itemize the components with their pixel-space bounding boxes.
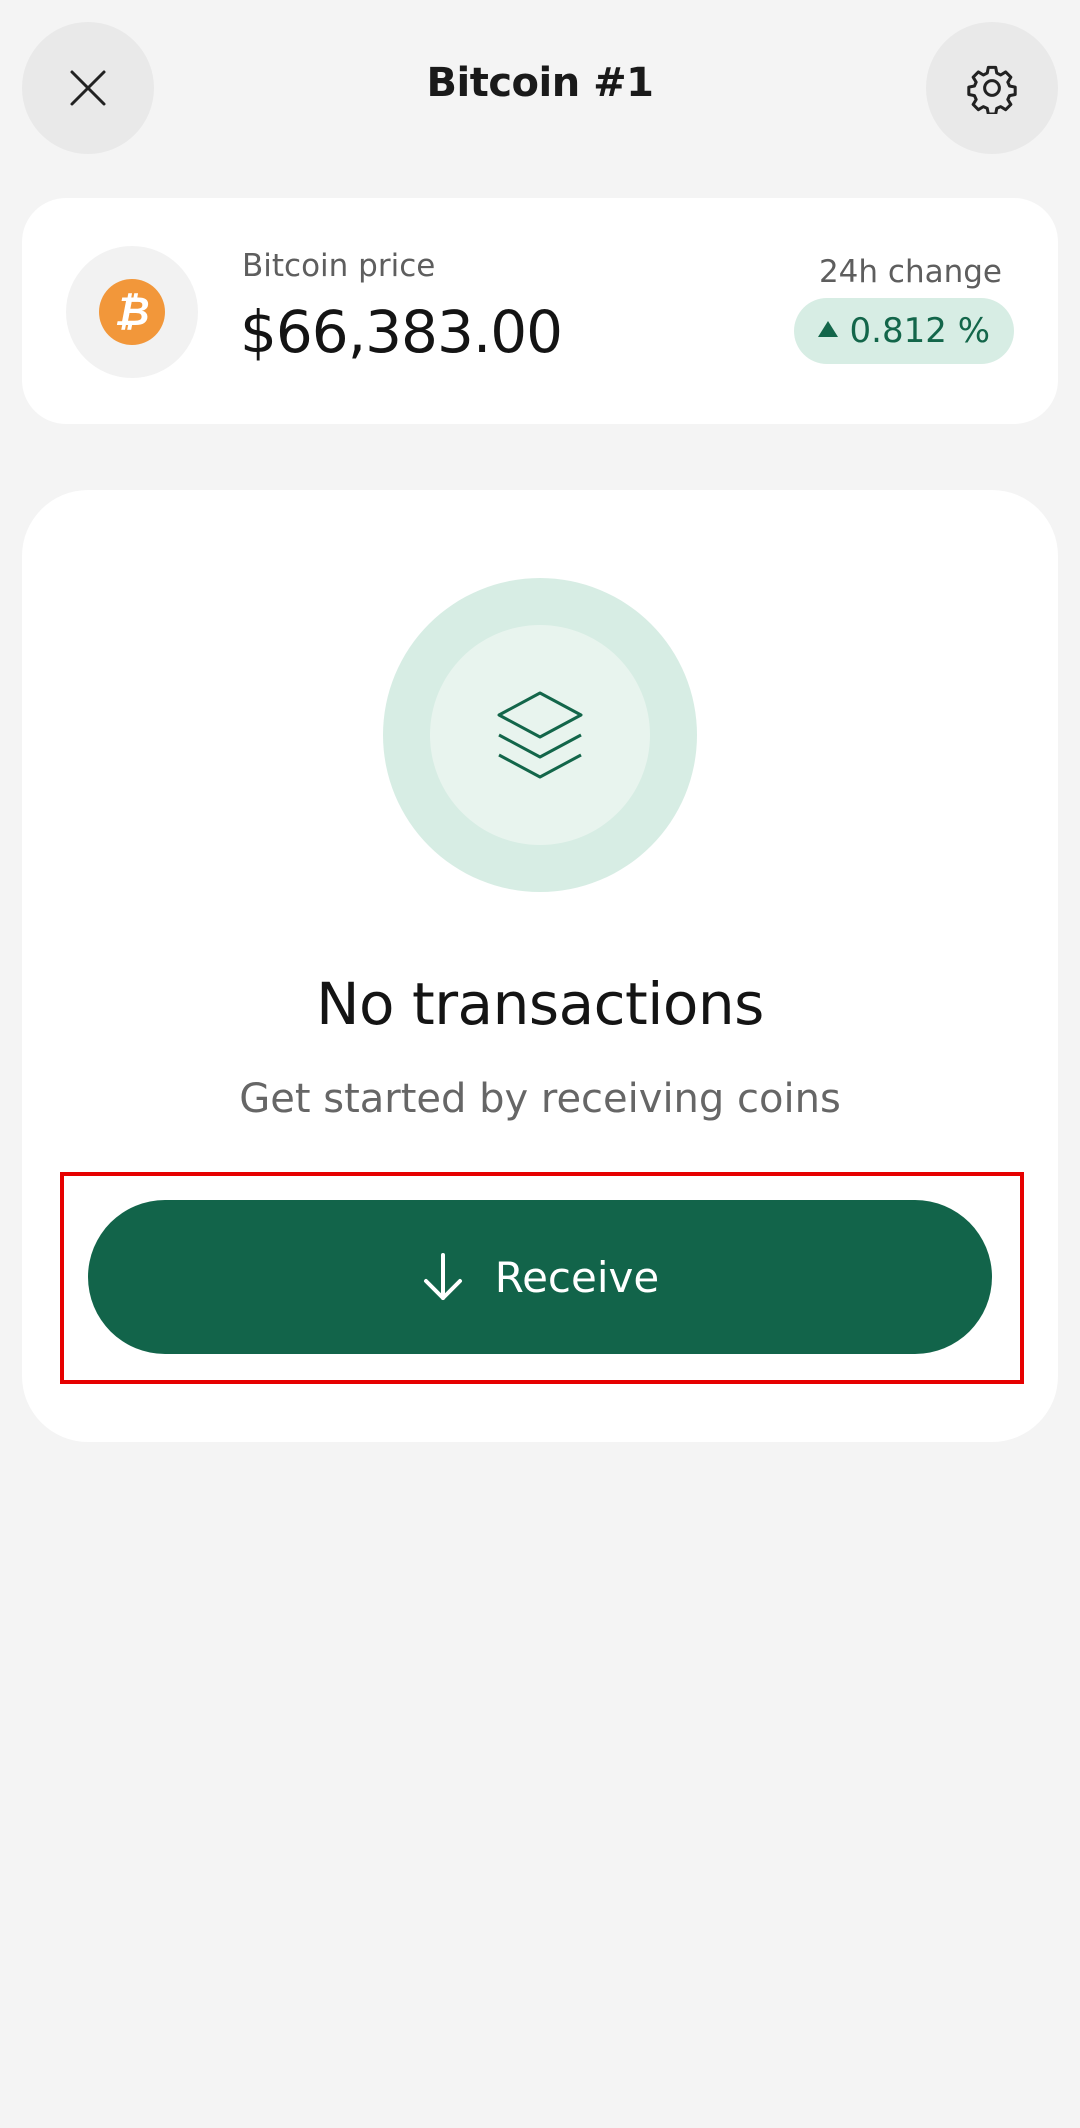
settings-button[interactable] — [926, 22, 1058, 154]
empty-state-subtitle: Get started by receiving coins — [239, 1076, 841, 1122]
gear-icon — [967, 65, 1017, 114]
layers-icon — [497, 691, 583, 779]
triangle-up-icon — [817, 321, 838, 337]
coin-avatar: ₿ — [66, 246, 198, 378]
bitcoin-icon: ₿ — [99, 279, 165, 345]
change-badge: 0.812 % — [793, 298, 1014, 364]
receive-label: Receive — [494, 1252, 660, 1302]
app-header: Bitcoin #1 — [0, 0, 1080, 180]
change-label: 24h change — [818, 254, 1002, 290]
page-title: Bitcoin #1 — [426, 60, 654, 106]
transactions-card: No transactions Get started by receiving… — [22, 490, 1058, 1442]
arrow-down-icon — [423, 1253, 462, 1300]
price-card: ₿ Bitcoin price $66,383.00 24h change 0.… — [22, 198, 1058, 424]
price-value: $66,383.00 — [240, 298, 563, 366]
price-label: Bitcoin price — [242, 248, 436, 284]
receive-button[interactable]: Receive — [88, 1200, 992, 1354]
empty-state-illustration — [383, 578, 697, 892]
empty-state-title: No transactions — [316, 970, 764, 1038]
change-value: 0.812 % — [849, 311, 990, 351]
